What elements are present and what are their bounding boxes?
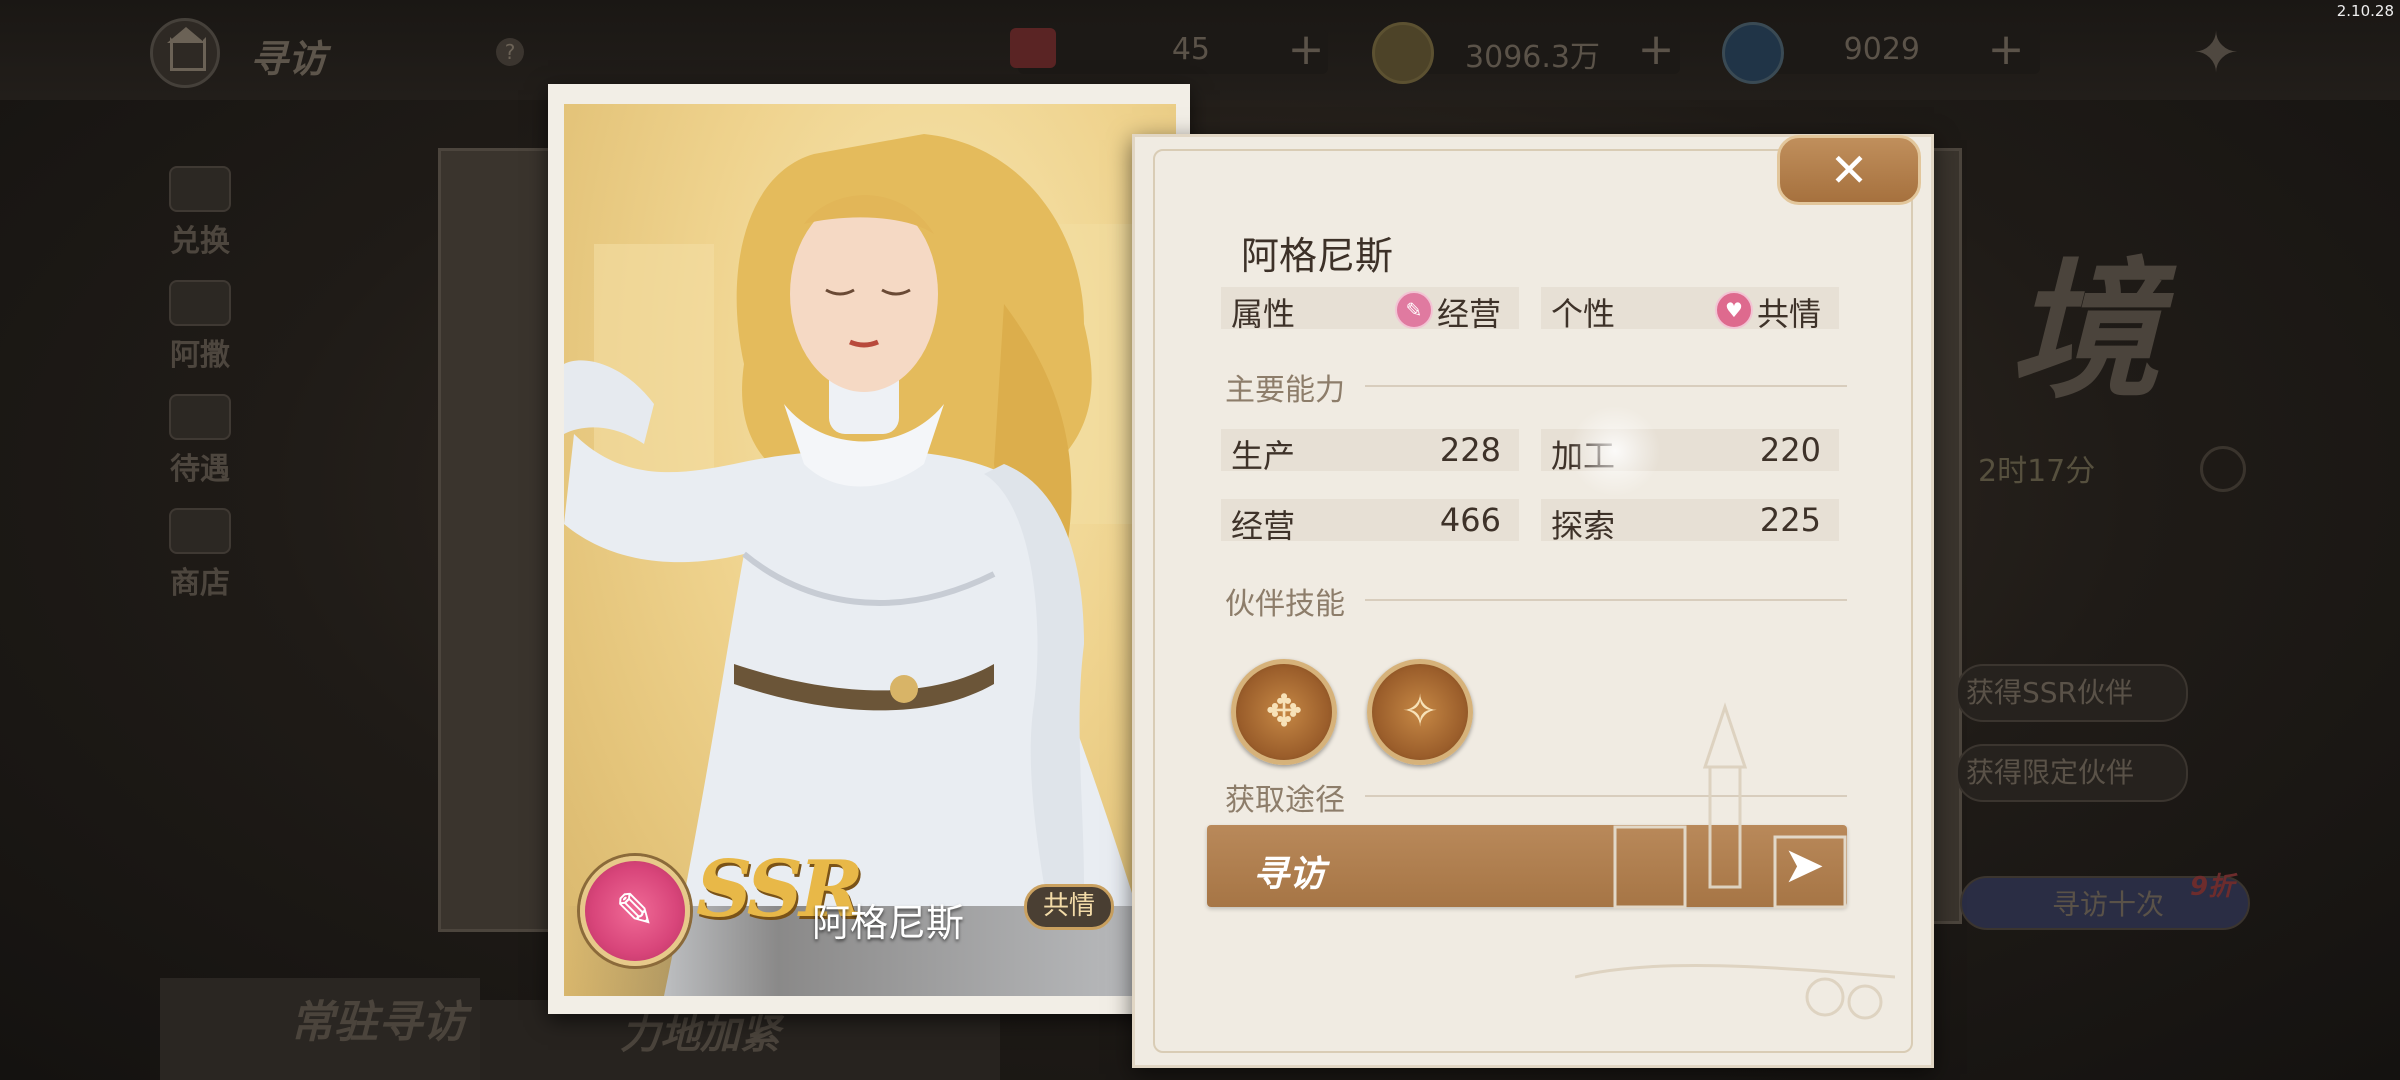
ssr-rate-pill[interactable]: 获得SSR伙伴 [1956, 664, 2188, 722]
ability-value: 466 [1439, 501, 1501, 539]
compass-skill-icon[interactable]: ✥ [1231, 659, 1337, 765]
skills-title: 伙伴技能 [1225, 587, 1345, 622]
section-divider [1365, 599, 1847, 601]
ability-row: 生产 228 [1221, 429, 1519, 475]
ability-value: 228 [1439, 431, 1501, 469]
card-icon [169, 394, 231, 440]
coin-count: 3096.3万 [1465, 40, 1600, 75]
ability-label: 探索 [1551, 507, 1616, 545]
ability-row: 经营 466 [1221, 499, 1519, 545]
add-tickets-button[interactable]: + [1286, 28, 1326, 72]
background-book-left [438, 148, 564, 932]
side-menu-gift[interactable]: 阿撒 [160, 280, 240, 373]
personality-label: 个性 [1551, 295, 1616, 333]
close-icon: ✕ [1829, 143, 1869, 197]
source-title: 获取途径 [1225, 783, 1345, 818]
side-menu-label: 阿撒 [170, 338, 230, 373]
side-menu-label: 待遇 [170, 452, 230, 487]
side-menu-treatment[interactable]: 待遇 [160, 394, 240, 487]
abilities-title: 主要能力 [1225, 373, 1345, 408]
section-divider [1365, 385, 1847, 387]
timer-text: 2时17分 [1978, 454, 2096, 489]
ability-label: 生产 [1231, 437, 1296, 475]
background-book-right [1930, 148, 1962, 924]
source-button-label: 寻访 [1253, 853, 1326, 895]
gem-count: 9029 [1843, 32, 1920, 67]
ticket-count: 45 [1171, 32, 1210, 67]
castle-sketch-decoration [1575, 702, 1895, 1020]
card-character-name: 阿格尼斯 [812, 901, 965, 945]
side-menu-exchange[interactable]: 兑换 [160, 166, 240, 259]
ability-value: 220 [1759, 431, 1821, 469]
side-menu-shop[interactable]: 商店 [160, 508, 240, 601]
close-button[interactable]: ✕ [1777, 135, 1921, 205]
attribute-value: 经营 [1437, 295, 1502, 333]
home-icon[interactable] [150, 18, 220, 88]
ticket-icon [1010, 28, 1056, 68]
compass-logo-icon: ✦ [2192, 21, 2240, 86]
character-card: ✎ SSR 阿格尼斯 共情 [548, 84, 1190, 1014]
ability-row: 探索 225 [1541, 499, 1839, 545]
character-name: 阿格尼斯 [1241, 234, 1394, 278]
personality-value: 共情 [1757, 295, 1822, 333]
coin-icon [1372, 22, 1434, 84]
add-gems-button[interactable]: + [1986, 28, 2026, 72]
shop-icon [169, 508, 231, 554]
personality-row: 个性 ♥ 共情 [1541, 287, 1839, 333]
management-icon: ✎ [1395, 291, 1433, 329]
version-label: 2.10.28 [2336, 2, 2394, 20]
attribute-label: 属性 [1231, 295, 1296, 333]
add-coins-button[interactable]: + [1636, 28, 1676, 72]
management-icon: ✎ [580, 856, 690, 966]
gift-icon [169, 280, 231, 326]
page-title: 寻访 [250, 36, 327, 81]
gem-icon [1722, 22, 1784, 84]
search-icon[interactable] [2200, 446, 2246, 492]
ability-value: 225 [1759, 501, 1821, 539]
coins-skill-icon[interactable]: ✧ [1367, 659, 1473, 765]
ability-label: 经营 [1231, 507, 1296, 545]
side-menu-label: 兑换 [170, 224, 230, 259]
side-menu-label: 商店 [170, 566, 230, 601]
exchange-icon [169, 166, 231, 212]
event-banner-art: 境 [2010, 243, 2161, 419]
banner-standard[interactable]: 常驻寻访 [160, 978, 480, 1080]
limited-rate-pill[interactable]: 获得限定伙伴 [1956, 744, 2188, 802]
attribute-row: 属性 ✎ 经营 [1221, 287, 1519, 333]
heart-icon: ♥ [1715, 291, 1753, 329]
card-trait-badge: 共情 [1024, 884, 1114, 930]
question-icon[interactable]: ? [496, 38, 524, 66]
discount-badge: 9折 [2190, 872, 2235, 902]
character-info-panel: ✕ 阿格尼斯 属性 ✎ 经营 个性 ♥ 共情 主要能力 生产 228 加工 22… [1132, 134, 1934, 1068]
tap-glow-effect [1569, 405, 1661, 497]
